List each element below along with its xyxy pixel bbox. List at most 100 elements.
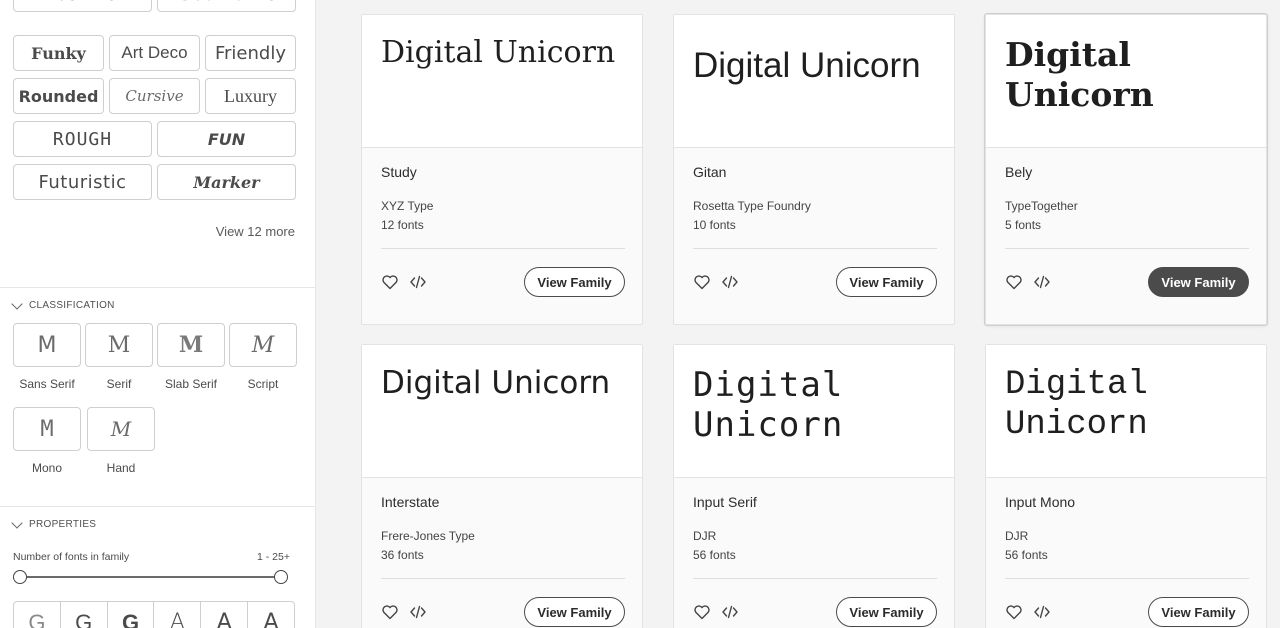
classification-label: Hand xyxy=(106,461,136,475)
code-icon[interactable] xyxy=(409,603,427,621)
foundry-name[interactable]: Frere-Jones Type xyxy=(381,529,475,543)
font-card[interactable]: Digital Unicorn Input Serif DJR 56 fonts… xyxy=(673,344,955,628)
code-icon[interactable] xyxy=(721,603,739,621)
card-divider xyxy=(693,248,937,249)
classification-mono[interactable]: M xyxy=(13,407,81,451)
font-preview-text: Digital Unicorn xyxy=(381,35,616,70)
classification-script[interactable]: M xyxy=(229,323,297,367)
font-card[interactable]: Digital Unicorn Interstate Frere-Jones T… xyxy=(361,344,643,628)
view-family-button[interactable]: View Family xyxy=(1148,267,1249,297)
font-preview-text: Digital Unicorn xyxy=(381,365,611,401)
font-preview[interactable]: Digital Unicorn xyxy=(986,15,1266,148)
classification-header[interactable]: CLASSIFICATION xyxy=(11,297,115,311)
card-divider xyxy=(1005,248,1249,249)
font-card[interactable]: Digital Unicorn Gitan Rosetta Type Found… xyxy=(673,14,955,325)
font-preview[interactable]: Digital Unicorn xyxy=(674,15,954,148)
heart-icon[interactable] xyxy=(693,273,711,291)
foundry-name[interactable]: DJR xyxy=(693,529,716,543)
tag-marker[interactable]: Marker xyxy=(157,164,296,200)
foundry-name[interactable]: TypeTogether xyxy=(1005,199,1078,213)
font-family-name[interactable]: Bely xyxy=(1005,164,1032,180)
view-family-button[interactable]: View Family xyxy=(524,267,625,297)
section-divider xyxy=(0,287,315,288)
font-preview[interactable]: Digital Unicorn xyxy=(362,345,642,478)
classification-label: Script xyxy=(247,377,279,391)
card-divider xyxy=(1005,578,1249,579)
classification-sans-serif[interactable]: M xyxy=(13,323,81,367)
weight-selector: G G G A A A xyxy=(13,601,295,628)
font-preview-text: Digital Unicorn xyxy=(693,365,844,445)
tag-geometric[interactable]: Geometric xyxy=(157,0,296,12)
code-icon[interactable] xyxy=(721,273,739,291)
classification-label: Slab Serif xyxy=(164,377,218,391)
tag-fun[interactable]: FUN xyxy=(157,121,296,157)
font-family-name[interactable]: Study xyxy=(381,164,417,180)
view-family-button[interactable]: View Family xyxy=(1148,597,1249,627)
weight-light[interactable]: G xyxy=(14,602,61,628)
view-family-button[interactable]: View Family xyxy=(836,267,937,297)
font-count: 36 fonts xyxy=(381,548,424,562)
font-preview[interactable]: Digital Unicorn xyxy=(362,15,642,148)
classification-serif[interactable]: M xyxy=(85,323,153,367)
filter-sidebar: Brush Pen Geometric Funky Art Deco Frien… xyxy=(0,0,316,628)
classification-slab-serif[interactable]: M xyxy=(157,323,225,367)
heart-icon[interactable] xyxy=(1005,273,1023,291)
font-preview-text: Digital Unicorn xyxy=(693,46,921,85)
tag-cursive[interactable]: Cursive xyxy=(109,78,200,114)
classification-title: CLASSIFICATION xyxy=(29,300,115,311)
weight-bold[interactable]: G xyxy=(108,602,155,628)
tag-art-deco[interactable]: Art Deco xyxy=(109,35,200,71)
font-card[interactable]: Digital Unicorn Study XYZ Type 12 fonts … xyxy=(361,14,643,325)
view-family-button[interactable]: View Family xyxy=(524,597,625,627)
view-more-link[interactable]: View 12 more xyxy=(13,224,295,239)
card-divider xyxy=(693,578,937,579)
foundry-name[interactable]: XYZ Type xyxy=(381,199,433,213)
font-count: 56 fonts xyxy=(1005,548,1048,562)
chevron-down-icon xyxy=(11,297,23,310)
font-family-name[interactable]: Input Serif xyxy=(693,494,757,510)
font-preview-text: Digital Unicorn xyxy=(1005,35,1154,114)
classification-hand[interactable]: M xyxy=(87,407,155,451)
font-preview[interactable]: Digital Unicorn xyxy=(986,345,1266,478)
foundry-name[interactable]: DJR xyxy=(1005,529,1028,543)
code-icon[interactable] xyxy=(1033,603,1051,621)
font-count: 12 fonts xyxy=(381,218,424,232)
tag-funky[interactable]: Funky xyxy=(13,35,104,71)
width-normal[interactable]: A xyxy=(201,602,249,628)
font-count: 10 fonts xyxy=(693,218,736,232)
slider-min-handle[interactable] xyxy=(13,570,27,584)
code-icon[interactable] xyxy=(1033,273,1051,291)
classification-label: Sans Serif xyxy=(19,377,75,391)
tag-luxury[interactable]: Luxury xyxy=(205,78,296,114)
fonts-in-family-slider[interactable] xyxy=(20,576,282,578)
card-divider xyxy=(381,578,625,579)
properties-header[interactable]: PROPERTIES xyxy=(11,516,96,530)
tag-friendly[interactable]: Friendly xyxy=(205,35,296,71)
font-preview-text: Digital Unicorn xyxy=(1005,366,1148,444)
tag-futuristic[interactable]: Futuristic xyxy=(13,164,152,200)
tag-rough[interactable]: ROUGH xyxy=(13,121,152,157)
width-condensed[interactable]: A xyxy=(154,602,202,628)
fonts-in-family-range: 1 - 25+ xyxy=(257,551,290,563)
slider-max-handle[interactable] xyxy=(274,570,288,584)
font-family-name[interactable]: Interstate xyxy=(381,494,439,510)
tag-rounded[interactable]: Rounded xyxy=(13,78,104,114)
heart-icon[interactable] xyxy=(381,603,399,621)
font-family-name[interactable]: Input Mono xyxy=(1005,494,1075,510)
width-extended[interactable]: A xyxy=(248,602,294,628)
font-family-name[interactable]: Gitan xyxy=(693,164,726,180)
foundry-name[interactable]: Rosetta Type Foundry xyxy=(693,199,811,213)
font-card[interactable]: Digital Unicorn Bely TypeTogether 5 font… xyxy=(985,14,1267,325)
card-divider xyxy=(381,248,625,249)
font-count: 5 fonts xyxy=(1005,218,1042,232)
heart-icon[interactable] xyxy=(381,273,399,291)
font-card[interactable]: Digital Unicorn Input Mono DJR 56 fonts … xyxy=(985,344,1267,628)
classification-label: Mono xyxy=(31,461,63,475)
heart-icon[interactable] xyxy=(693,603,711,621)
weight-regular[interactable]: G xyxy=(61,602,108,628)
code-icon[interactable] xyxy=(409,273,427,291)
heart-icon[interactable] xyxy=(1005,603,1023,621)
tag-brush-pen[interactable]: Brush Pen xyxy=(13,0,152,12)
view-family-button[interactable]: View Family xyxy=(836,597,937,627)
font-preview[interactable]: Digital Unicorn xyxy=(674,345,954,478)
